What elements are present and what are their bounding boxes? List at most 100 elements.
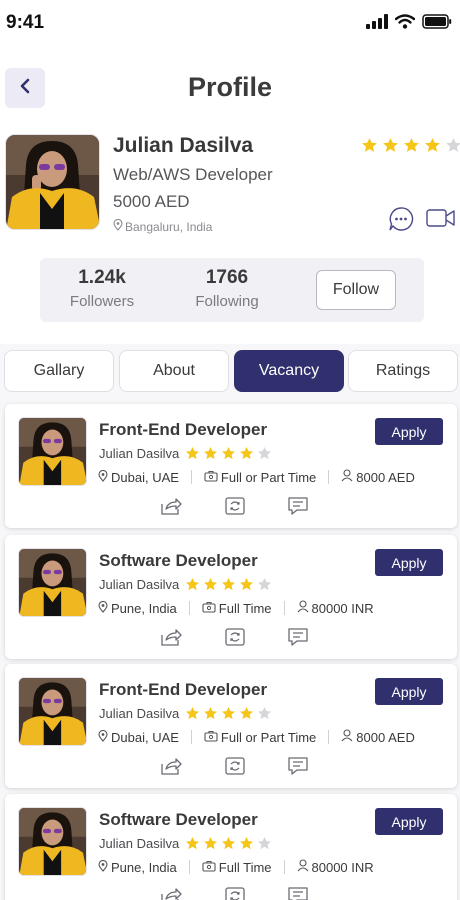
vacancy-card[interactable]: Software Developer Julian Dasilva Pune, … (5, 535, 457, 659)
job-title[interactable]: Software Developer (99, 551, 258, 571)
briefcase-icon (204, 470, 218, 485)
job-salary: 8000 AED (341, 469, 415, 485)
briefcase-icon (202, 601, 216, 616)
company-rating (185, 836, 272, 851)
apply-button[interactable]: Apply (375, 678, 443, 705)
job-type-text: Full Time (218, 859, 272, 875)
job-location-text: Dubai, UAE (111, 469, 179, 485)
job-type: Full Time (202, 601, 272, 616)
divider (190, 730, 192, 744)
status-bar: 9:41 (0, 0, 460, 44)
profile-role: Web/AWS Developer (113, 165, 273, 184)
stats-panel: 1.24k Followers 1766 Following Follow (40, 258, 424, 322)
tab-ratings[interactable]: Ratings (348, 350, 458, 392)
salary-user-icon (341, 469, 353, 485)
star-filled-icon (185, 706, 200, 721)
card-actions (159, 886, 309, 900)
star-filled-icon (239, 836, 254, 851)
vacancy-card[interactable]: Software Developer Julian Dasilva Pune, … (5, 794, 457, 900)
chat-icon[interactable] (388, 206, 414, 237)
job-salary-text: 8000 AED (356, 729, 415, 745)
card-actions (159, 627, 309, 647)
job-title[interactable]: Front-End Developer (99, 420, 267, 440)
comment-icon[interactable] (287, 756, 309, 776)
job-salary-text: 80000 INR (311, 600, 374, 616)
star-empty-icon (257, 577, 272, 592)
share-icon[interactable] (159, 496, 183, 516)
salary-user-icon (297, 859, 309, 875)
company-avatar (18, 548, 87, 617)
followers-stat[interactable]: 1.24k Followers (62, 267, 142, 310)
profile-location: Bangaluru, India (113, 218, 212, 234)
divider (188, 860, 190, 874)
job-type-text: Full or Part Time (220, 469, 317, 485)
company-avatar (18, 807, 87, 876)
share-icon[interactable] (159, 756, 183, 776)
company-avatar (18, 417, 87, 486)
tab-vacancy[interactable]: Vacancy (234, 350, 344, 392)
comment-icon[interactable] (287, 496, 309, 516)
star-filled-icon (221, 836, 236, 851)
star-filled-icon (382, 137, 399, 154)
job-meta: Dubai, UAE Full or Part Time 8000 AED (98, 469, 415, 485)
following-label: Following (195, 293, 259, 310)
share-icon[interactable] (159, 627, 183, 647)
company-name: Julian Dasilva (99, 446, 180, 461)
job-type-text: Full or Part Time (220, 729, 317, 745)
apply-button[interactable]: Apply (375, 808, 443, 835)
star-empty-icon (445, 137, 460, 154)
apply-button[interactable]: Apply (375, 549, 443, 576)
star-filled-icon (361, 137, 378, 154)
tab-gallary[interactable]: Gallary (4, 350, 114, 392)
star-filled-icon (203, 706, 218, 721)
video-call-icon[interactable] (426, 208, 456, 233)
location-pin-icon (98, 859, 108, 875)
share-icon[interactable] (159, 886, 183, 900)
followers-label: Followers (69, 293, 135, 310)
company-name: Julian Dasilva (99, 836, 180, 851)
repost-icon[interactable] (223, 496, 247, 516)
repost-icon[interactable] (223, 886, 247, 900)
divider (283, 860, 285, 874)
job-type: Full or Part Time (204, 470, 316, 485)
star-filled-icon (239, 577, 254, 592)
tab-about[interactable]: About (119, 350, 229, 392)
repost-icon[interactable] (223, 627, 247, 647)
header: Profile (0, 44, 460, 134)
job-title[interactable]: Software Developer (99, 810, 258, 830)
star-filled-icon (203, 836, 218, 851)
company-row: Julian Dasilva (99, 706, 272, 721)
battery-icon (422, 14, 452, 34)
job-salary-text: 80000 INR (311, 859, 374, 875)
star-filled-icon (185, 836, 200, 851)
job-salary: 80000 INR (297, 859, 374, 875)
following-stat[interactable]: 1766 Following (186, 267, 268, 310)
star-filled-icon (424, 137, 441, 154)
star-filled-icon (203, 446, 218, 461)
comment-icon[interactable] (287, 886, 309, 900)
job-salary: 8000 AED (341, 729, 415, 745)
company-rating (185, 706, 272, 721)
avatar (5, 134, 100, 230)
job-location-text: Pune, India (111, 600, 177, 616)
location-pin-icon (98, 600, 108, 616)
star-filled-icon (221, 577, 236, 592)
comment-icon[interactable] (287, 627, 309, 647)
apply-button[interactable]: Apply (375, 418, 443, 445)
star-filled-icon (239, 446, 254, 461)
profile-rating (361, 137, 460, 154)
vacancy-card[interactable]: Front-End Developer Julian Dasilva Dubai… (5, 664, 457, 788)
divider (328, 730, 330, 744)
star-filled-icon (239, 706, 254, 721)
salary-user-icon (341, 729, 353, 745)
job-location-text: Pune, India (111, 859, 177, 875)
profile-salary: 5000 AED (113, 192, 190, 211)
star-filled-icon (185, 446, 200, 461)
vacancy-card[interactable]: Front-End Developer Julian Dasilva Dubai… (5, 404, 457, 528)
job-meta: Pune, India Full Time 80000 INR (98, 859, 374, 875)
follow-button[interactable]: Follow (316, 270, 396, 310)
profile-section: Julian Dasilva Web/AWS Developer 5000 AE… (0, 134, 460, 344)
repost-icon[interactable] (223, 756, 247, 776)
job-title[interactable]: Front-End Developer (99, 680, 267, 700)
briefcase-icon (204, 730, 218, 745)
